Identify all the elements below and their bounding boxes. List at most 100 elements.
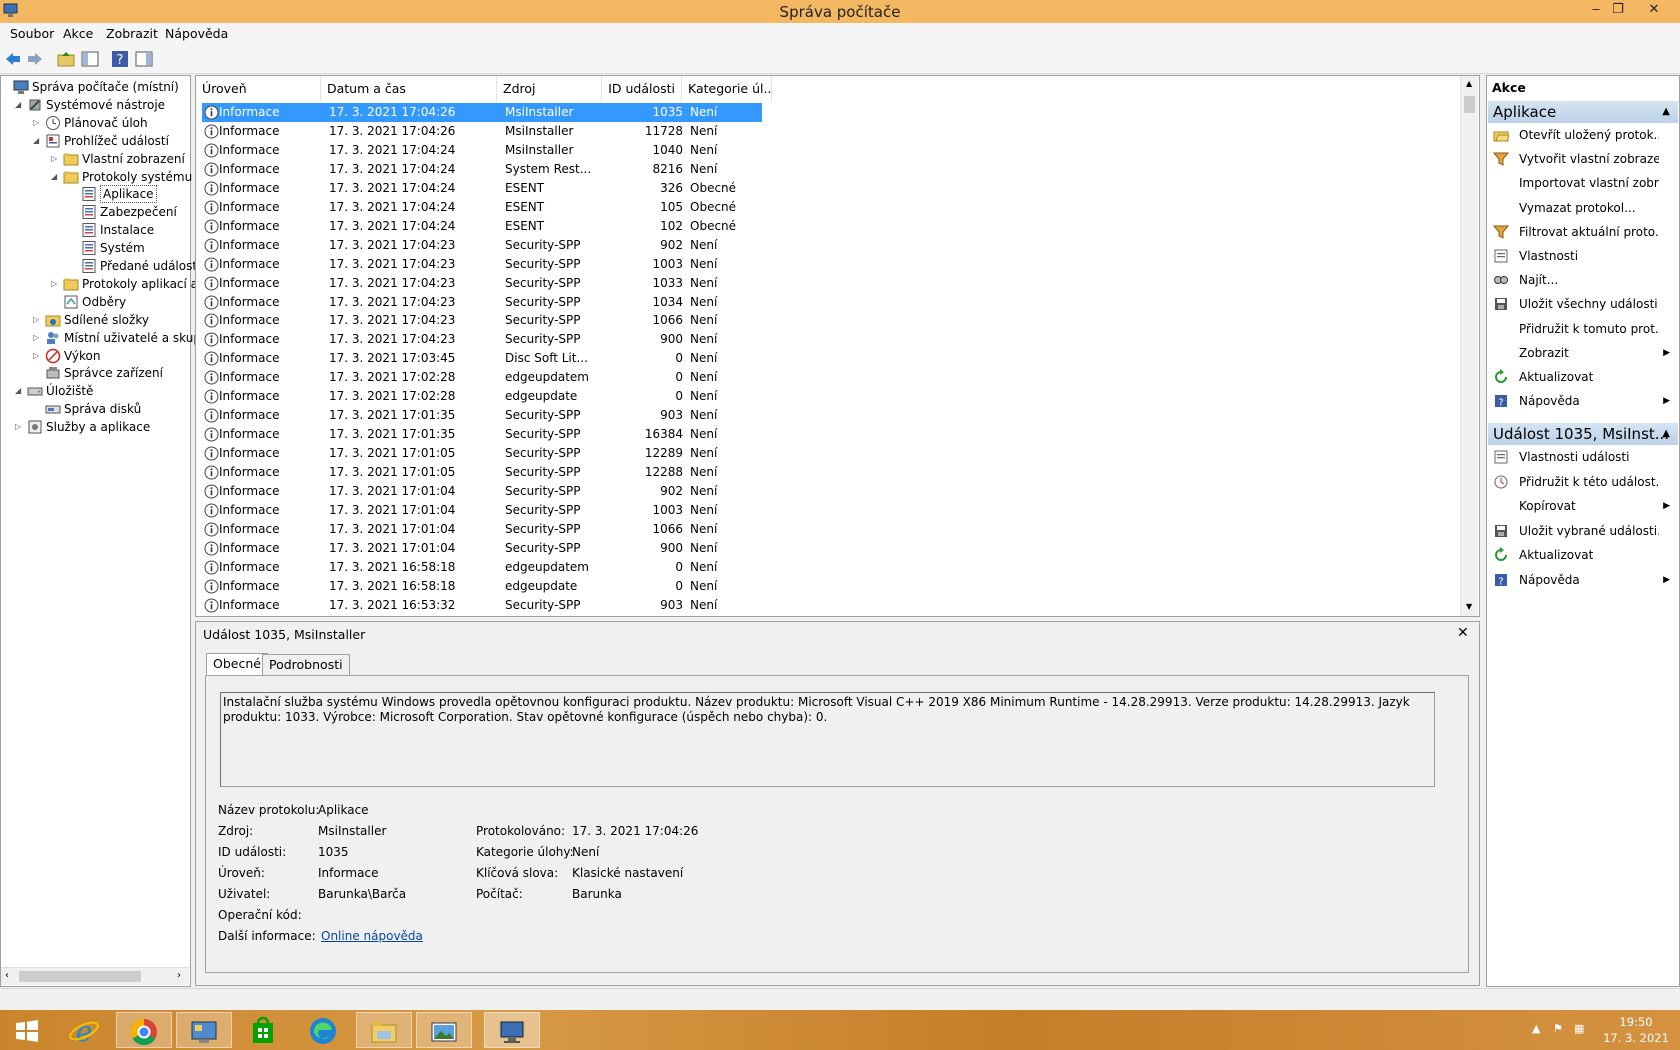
column-header-event-id[interactable]: ID události (602, 76, 682, 102)
expand-icon[interactable]: ▷ (51, 150, 61, 168)
tree-item[interactable]: ◢ Úložiště (1, 382, 190, 400)
menu-soubor[interactable]: Soubor (10, 26, 54, 41)
expand-icon[interactable]: ▷ (33, 347, 43, 365)
action-item[interactable]: Přidružit k této událost... (1488, 472, 1676, 492)
table-row[interactable]: Informace 17. 3. 2021 16:58:18 edgeupdate 0… (202, 577, 762, 596)
tab-general[interactable]: Obecné (206, 653, 268, 675)
tree-item[interactable]: ▷ Sdílené složky (1, 311, 190, 329)
action-item[interactable]: Otevřít uložený protok... (1488, 125, 1676, 145)
table-row[interactable]: Informace 17. 3. 2021 17:04:26 MsiInstalle… (202, 103, 762, 122)
online-help-link[interactable]: Online nápověda (321, 929, 423, 943)
table-row[interactable]: Informace 17. 3. 2021 17:02:28 edgeupdatem… (202, 368, 762, 387)
tree-item[interactable]: ▷ Místní uživatelé a skupir (1, 329, 209, 347)
tree-item[interactable]: Správa počítače (místní) (1, 78, 190, 96)
scroll-down-icon[interactable]: ▼ (1466, 602, 1472, 611)
collapse-icon[interactable]: ◢ (33, 132, 43, 150)
tree-horizontal-scrollbar[interactable]: ‹ › (1, 967, 189, 985)
collapse-icon[interactable]: ▲ (1662, 101, 1670, 123)
tree-item[interactable]: ◢ Prohlížeč událostí (1, 132, 190, 150)
table-row[interactable]: Informace 17. 3. 2021 17:04:23 Security-SP… (202, 274, 762, 293)
action-item[interactable]: Aktualizovat (1488, 367, 1676, 387)
table-row[interactable]: Informace 17. 3. 2021 17:04:23 Security-SP… (202, 236, 762, 255)
show-hide-actions-icon[interactable] (134, 49, 154, 69)
tree-item[interactable]: Aplikace (1, 185, 190, 204)
tree-item[interactable]: Správa disků (1, 400, 190, 418)
table-row[interactable]: Informace 17. 3. 2021 16:53:32 Security-SP… (202, 596, 762, 615)
column-header-source[interactable]: Zdroj (497, 76, 602, 102)
action-center-flag-icon[interactable]: ⚑ (1553, 1022, 1563, 1035)
restore-button[interactable]: ❐ (1604, 0, 1632, 20)
action-item[interactable]: Přidružit k tomuto prot... (1488, 319, 1676, 339)
table-row[interactable]: Informace 17. 3. 2021 16:58:18 edgeupdatem… (202, 558, 762, 577)
action-item[interactable]: Uložit vybrané události... (1488, 521, 1676, 541)
action-item[interactable]: Filtrovat aktuální proto... (1488, 222, 1676, 242)
back-icon[interactable] (3, 49, 23, 69)
taskbar-clock[interactable]: 19:50 17. 3. 2021 (1596, 1014, 1676, 1046)
actions-section-event[interactable]: Událost 1035, MsiInst... ▲ (1488, 423, 1678, 445)
taskbar-chrome[interactable] (116, 1012, 172, 1048)
tree-item[interactable]: ◢ Protokoly systému V (1, 168, 204, 186)
start-button[interactable] (0, 1012, 56, 1048)
tree-item[interactable]: ▷ Plánovač úloh (1, 114, 190, 132)
table-row[interactable]: Informace 17. 3. 2021 17:02:28 edgeupdate 0… (202, 387, 762, 406)
scroll-left-icon[interactable]: ‹ (5, 970, 9, 981)
scroll-up-icon[interactable]: ▲ (1466, 79, 1472, 88)
action-item[interactable]: Najít... (1488, 270, 1676, 290)
list-vertical-scrollbar[interactable]: ▲ ▼ (1460, 76, 1478, 616)
expand-icon[interactable]: ▷ (33, 329, 43, 347)
table-row[interactable]: Informace 17. 3. 2021 17:01:35 Security-SP… (202, 406, 762, 425)
table-row[interactable]: Informace 17. 3. 2021 17:01:04 Security-SP… (202, 482, 762, 501)
tree-item[interactable]: ▷ Protokoly aplikací a (1, 275, 198, 293)
taskbar-computer-management[interactable] (484, 1012, 540, 1048)
taskbar-store[interactable] (236, 1012, 292, 1048)
collapse-icon[interactable]: ◢ (51, 168, 61, 186)
table-row[interactable]: Informace 17. 3. 2021 17:01:04 Security-SP… (202, 520, 762, 539)
collapse-icon[interactable]: ▲ (1662, 423, 1670, 445)
table-row[interactable]: Informace 17. 3. 2021 17:04:23 Security-SP… (202, 330, 762, 349)
action-item[interactable]: ? Nápověda ▶ (1488, 391, 1676, 411)
collapse-icon[interactable]: ◢ (15, 382, 25, 400)
tree-item[interactable]: ▷ Vlastní zobrazení (1, 150, 190, 168)
expand-icon[interactable]: ▷ (15, 418, 25, 436)
scroll-thumb[interactable] (1464, 96, 1475, 113)
table-row[interactable]: Informace 17. 3. 2021 17:04:24 System Rest… (202, 160, 762, 179)
tree-item[interactable]: Systém (1, 239, 190, 257)
expand-icon[interactable]: ▷ (33, 114, 43, 132)
table-row[interactable]: Informace 17. 3. 2021 17:04:24 MsiInstalle… (202, 141, 762, 160)
table-row[interactable]: Informace 17. 3. 2021 17:04:26 MsiInstalle… (202, 122, 762, 141)
taskbar-edge[interactable] (296, 1012, 352, 1048)
show-hidden-icons[interactable]: ▲ (1532, 1022, 1540, 1035)
table-row[interactable]: Informace 17. 3. 2021 17:01:05 Security-SP… (202, 463, 762, 482)
table-row[interactable]: Informace 17. 3. 2021 17:04:24 ESENT 326 Obe… (202, 179, 762, 198)
table-row[interactable]: Informace 17. 3. 2021 17:01:35 Security-SP… (202, 425, 762, 444)
tree-item[interactable]: Správce zařízení (1, 364, 190, 382)
column-header-datetime[interactable]: Datum a čas (321, 76, 497, 102)
help-icon[interactable]: ? (110, 49, 130, 69)
close-icon[interactable]: ✕ (1457, 625, 1469, 641)
taskbar-internet-explorer[interactable]: e (56, 1012, 112, 1048)
table-row[interactable]: Informace 17. 3. 2021 17:04:24 ESENT 105 Obe… (202, 198, 762, 217)
table-row[interactable]: Informace 17. 3. 2021 17:03:45 Disc Soft L… (202, 349, 762, 368)
menu-akce[interactable]: Akce (63, 26, 93, 41)
action-item[interactable]: ? Nápověda ▶ (1488, 570, 1676, 590)
table-row[interactable]: Informace 17. 3. 2021 17:04:23 Security-SP… (202, 293, 762, 312)
column-header-level[interactable]: Úroveň (196, 76, 321, 102)
table-row[interactable]: Informace 17. 3. 2021 17:01:04 Security-SP… (202, 501, 762, 520)
action-item[interactable]: Importovat vlastní zobr... (1488, 173, 1676, 193)
taskbar-control-panel[interactable] (176, 1012, 232, 1048)
taskbar-file-explorer[interactable] (356, 1012, 412, 1048)
action-item[interactable]: Vlastnosti události (1488, 447, 1676, 467)
tree-item[interactable]: Předané události (1, 257, 200, 275)
expand-icon[interactable]: ▷ (33, 311, 43, 329)
tree-item[interactable]: ▷ Služby a aplikace (1, 418, 190, 436)
forward-icon[interactable] (25, 49, 45, 69)
tree-item[interactable]: Odběry (1, 293, 190, 311)
network-icon[interactable]: ▦ (1574, 1022, 1584, 1035)
tab-details[interactable]: Podrobnosti (262, 654, 350, 676)
table-row[interactable]: Informace 17. 3. 2021 17:04:24 ESENT 102 Obe… (202, 217, 762, 236)
action-item[interactable]: Vytvořit vlastní zobraze... (1488, 149, 1676, 169)
tree-item[interactable]: ▷ Výkon (1, 347, 190, 365)
close-window-button[interactable]: ✕ (1640, 0, 1668, 20)
menu-zobrazit[interactable]: Zobrazit (106, 26, 158, 41)
table-row[interactable]: Informace 17. 3. 2021 17:04:23 Security-SP… (202, 311, 762, 330)
